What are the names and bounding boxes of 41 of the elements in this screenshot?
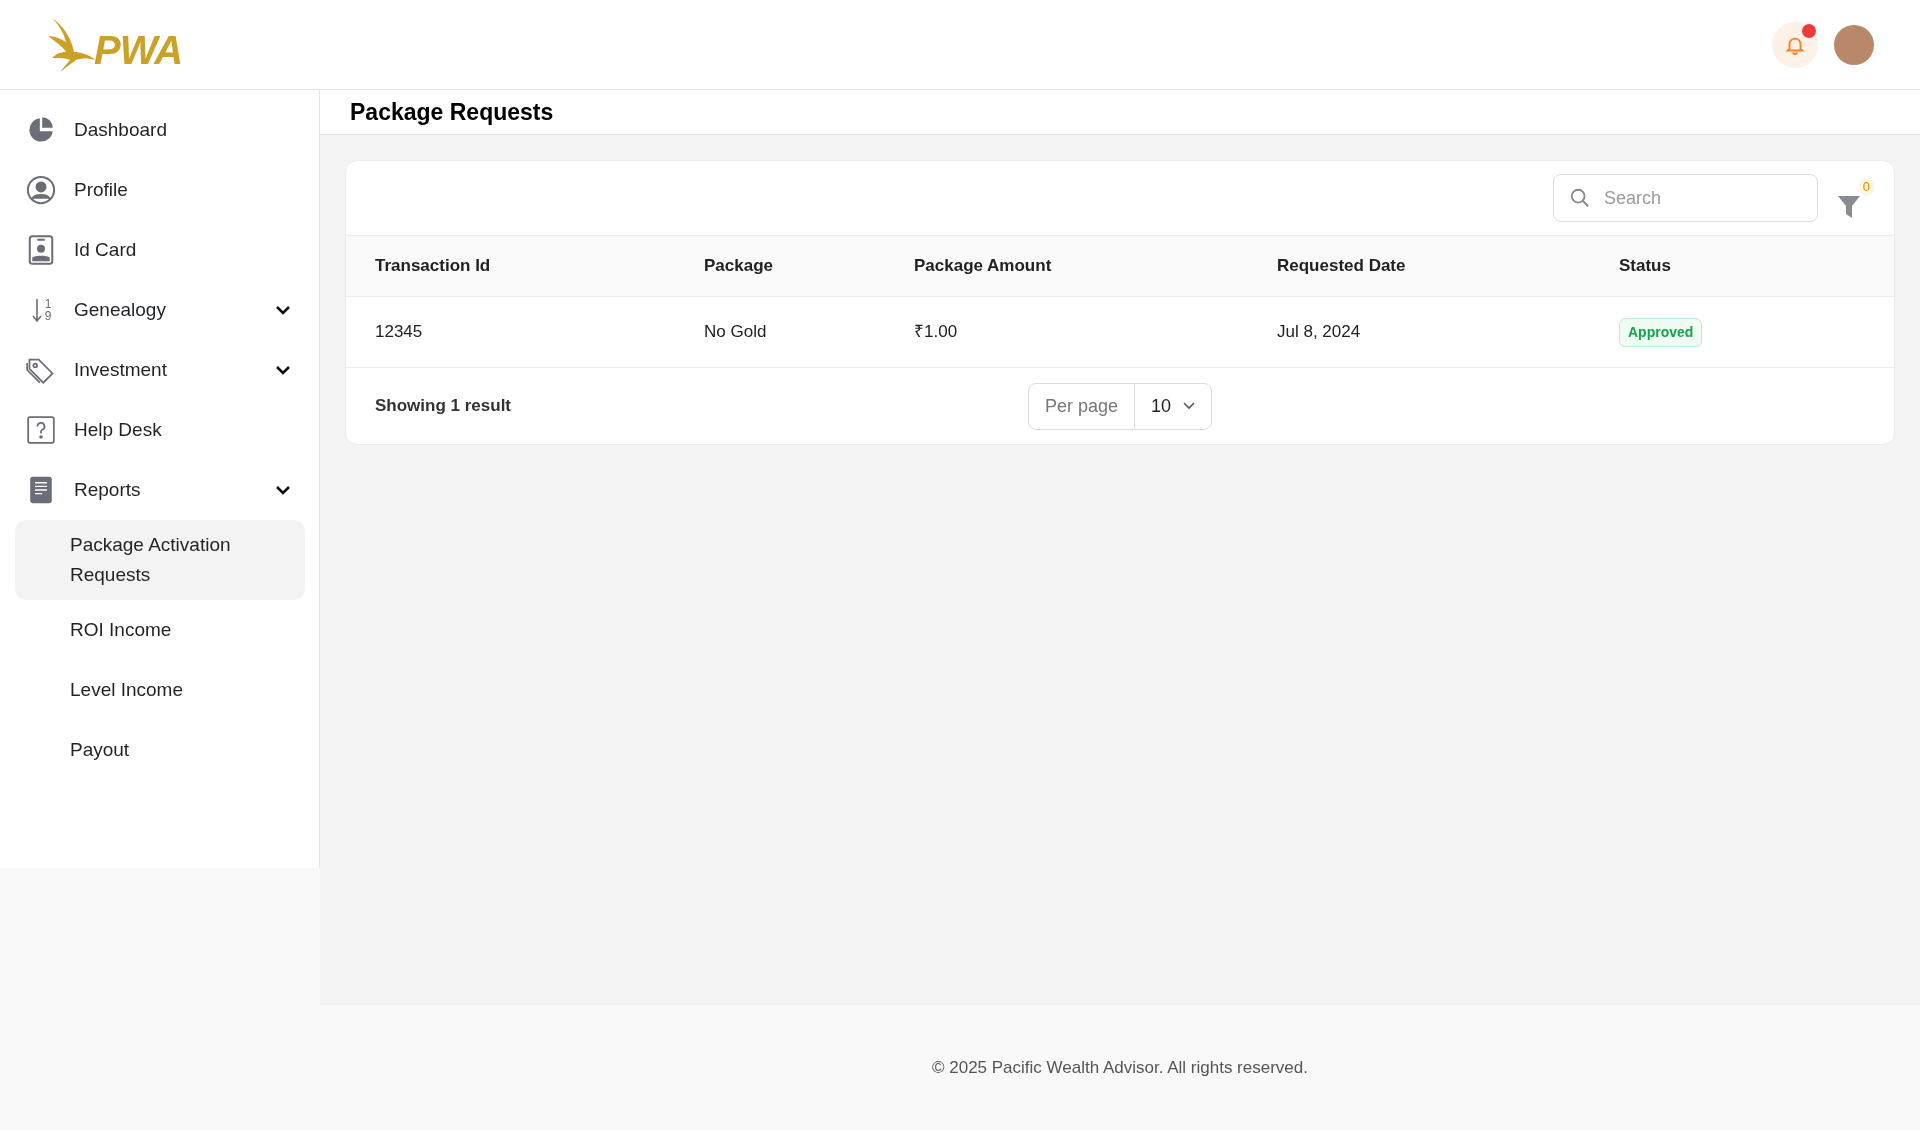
column-header[interactable]: Status (1619, 253, 1865, 279)
avatar[interactable] (1834, 24, 1874, 65)
pie-chart-icon (27, 116, 55, 144)
sidebar-subitem[interactable]: Level Income (15, 660, 305, 720)
search-field[interactable]: Search (1553, 174, 1818, 222)
table-cell-text: No Gold (704, 321, 768, 344)
column-header[interactable]: Package Amount (914, 253, 1277, 279)
filter-count-badge: 0 (1858, 178, 1874, 196)
table-cell-text: Jul 8, 2024 (1277, 321, 1362, 344)
copyright-text: © 2025 Pacific Wealth Advisor. All rights reserved. (932, 1056, 1308, 1079)
table-cell-text: 12345 (375, 321, 424, 344)
results-summary: Showing 1 result (375, 395, 513, 418)
search-icon (1569, 187, 1591, 209)
question-box-icon (27, 416, 55, 444)
sidebar-subitem[interactable]: Payout (15, 720, 305, 780)
per-page-value: 10 (1151, 394, 1172, 418)
per-page-label: Per page (1028, 383, 1135, 429)
per-page-select[interactable]: Per page 10 (1027, 382, 1213, 430)
tags-icon (26, 356, 56, 384)
column-header[interactable]: Package (704, 253, 914, 279)
id-badge-icon (28, 235, 54, 265)
notification-button[interactable] (1772, 21, 1818, 68)
filter-icon[interactable] (1838, 194, 1860, 218)
chevron-down-icon (1183, 402, 1196, 410)
column-header[interactable]: Transaction Id (375, 253, 704, 279)
sidebar-item[interactable]: 1 9 Genealogy (15, 280, 304, 340)
logo-text: PWA (94, 29, 183, 70)
table-cell-text: ₹1.00 (914, 321, 959, 344)
status-badge: Approved (1619, 317, 1703, 347)
sidebar-item[interactable]: Help Desk (15, 400, 304, 460)
user-circle-icon (26, 175, 56, 205)
document-icon (29, 475, 53, 505)
sidebar-subitem[interactable]: ROI Income (15, 600, 305, 660)
sidebar-item[interactable]: Dashboard (15, 100, 304, 160)
sidebar-item[interactable]: Profile (15, 160, 304, 220)
sidebar-item[interactable]: Id Card (15, 220, 304, 280)
page-title: Package Requests (350, 97, 554, 127)
sidebar-subitem[interactable]: Package Activation Requests (15, 520, 305, 600)
sidebar-item[interactable]: Investment (15, 340, 304, 400)
column-header[interactable]: Requested Date (1277, 253, 1619, 279)
sidebar-item[interactable]: Reports (15, 460, 304, 520)
